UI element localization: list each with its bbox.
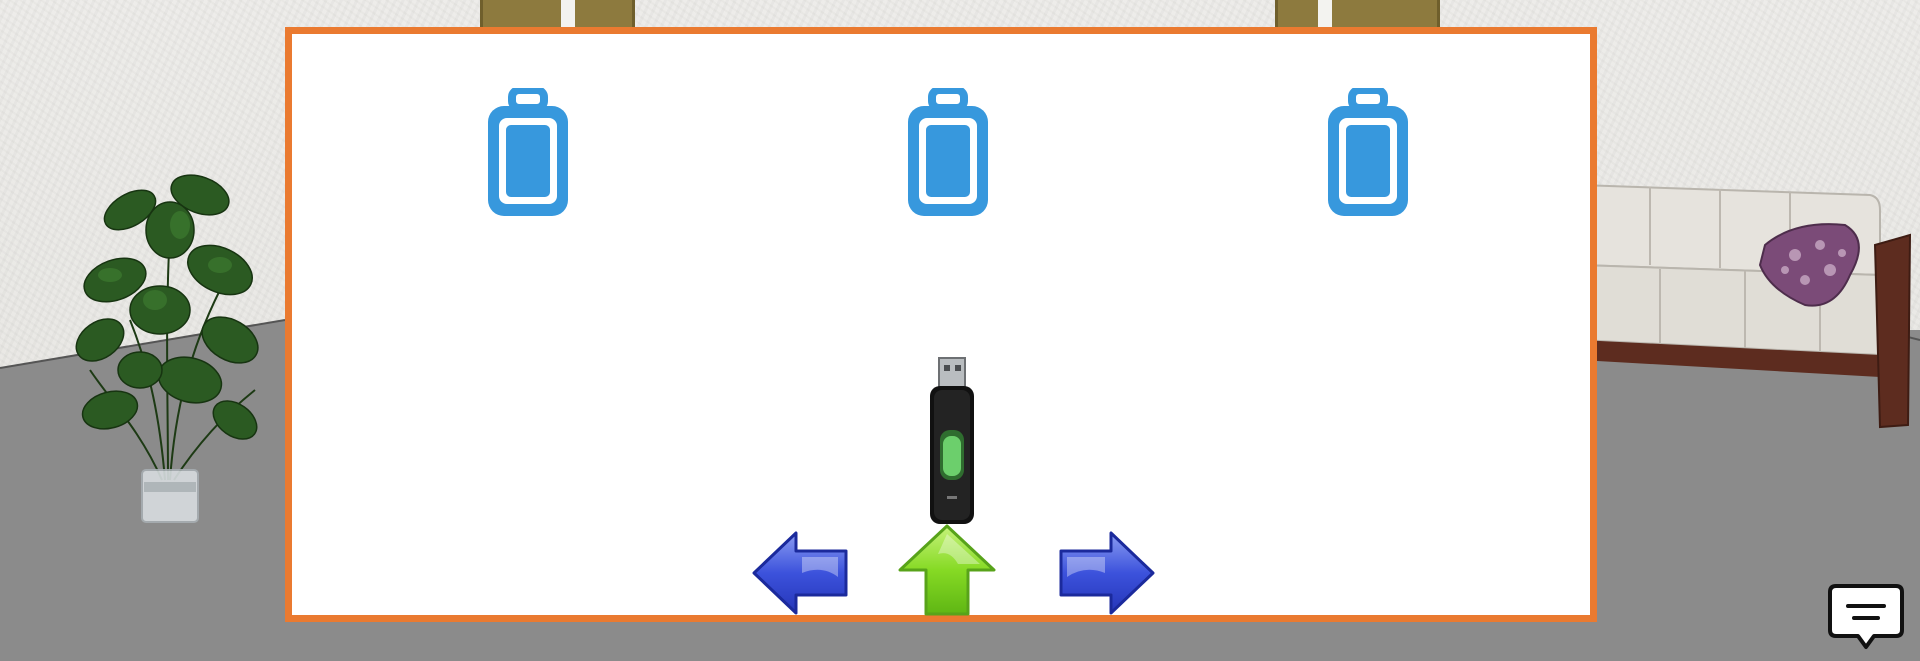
battery-slot-1-icon[interactable] [482,88,574,220]
inventory-panel [285,27,1597,622]
door-right [1275,0,1440,28]
battery-slot-3-icon[interactable] [1322,88,1414,220]
chat-bubble-icon[interactable] [1828,584,1904,650]
arrow-right-icon[interactable] [1057,529,1155,617]
battery-slot-2-icon[interactable] [902,88,994,220]
arrow-left-icon[interactable] [752,529,850,617]
plant [75,174,259,523]
arrow-up-icon[interactable] [898,524,996,618]
usb-flash-drive-icon[interactable] [926,356,978,528]
sofa [1580,183,1912,429]
door-left [480,0,635,28]
